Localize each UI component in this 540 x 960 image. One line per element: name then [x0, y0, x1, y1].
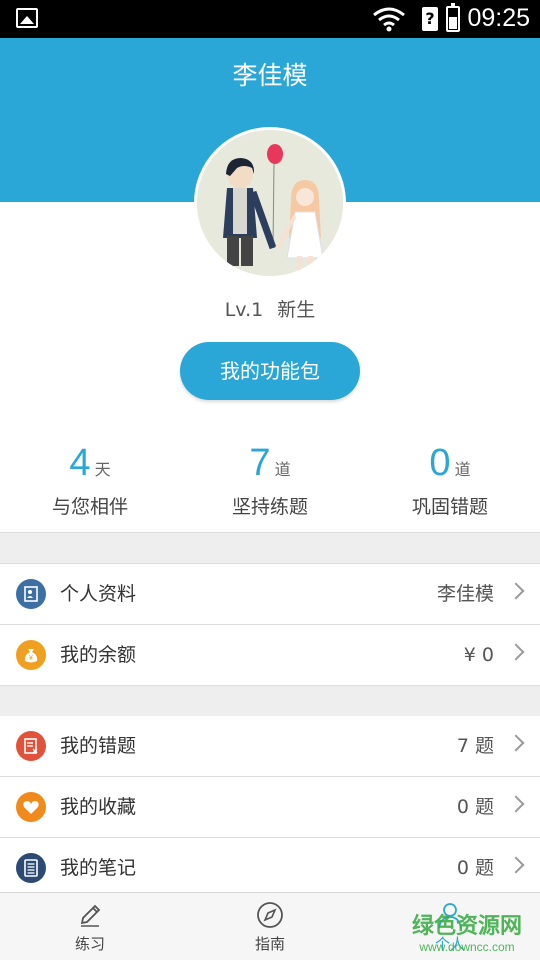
clock: 09:25 [467, 4, 530, 32]
stat-value: 0 [429, 442, 451, 484]
stat-unit: 道 [274, 460, 291, 479]
row-label: 我的余额 [60, 644, 137, 666]
favorites-row[interactable]: 我的收藏 0 题 [0, 777, 540, 837]
stat-companion-days: 4天 与您相伴 [0, 442, 180, 519]
stat-value: 7 [249, 442, 271, 484]
chevron-right-icon [507, 795, 525, 813]
row-value: 李佳模 [436, 583, 494, 605]
stat-reviewed-mistakes: 0道 巩固错题 [360, 442, 540, 519]
balance-row[interactable]: ¥ 我的余额 ¥ 0 [0, 625, 540, 685]
feature-package-button[interactable]: 我的功能包 [180, 342, 360, 400]
chevron-right-icon [507, 856, 525, 874]
couple-illustration-icon [197, 130, 343, 276]
row-label: 我的笔记 [60, 857, 137, 879]
stat-value: 4 [69, 442, 91, 484]
row-value: 0 题 [456, 857, 494, 879]
stat-caption: 坚持练题 [231, 496, 308, 518]
chevron-right-icon [507, 582, 525, 600]
stat-practiced-questions: 7道 坚持练题 [180, 442, 360, 519]
chevron-right-icon [507, 734, 525, 752]
battery-icon [446, 3, 460, 32]
row-label: 个人资料 [60, 583, 137, 605]
status-bar: ? 09:25 [0, 0, 540, 38]
section-gap [0, 685, 540, 717]
stat-caption: 与您相伴 [51, 496, 128, 518]
watermark: 绿色资源网 www.downcc.com [402, 908, 532, 954]
notes-row[interactable]: 我的笔记 0 题 [0, 838, 540, 898]
level-rank: 新生 [277, 299, 316, 321]
wrong-question-icon [16, 731, 46, 761]
row-label: 我的收藏 [60, 796, 137, 818]
watermark-title: 绿色资源网 [411, 914, 522, 939]
tab-label: 指南 [254, 935, 285, 953]
pencil-icon [80, 904, 101, 927]
user-level: Lv.1 新生 [0, 295, 540, 322]
heart-icon [16, 792, 46, 822]
section-gap [0, 532, 540, 564]
level-number: Lv.1 [224, 299, 264, 321]
profile-card-icon [16, 579, 46, 609]
compass-icon [257, 902, 283, 928]
wrong-questions-row[interactable]: 我的错题 7 题 [0, 716, 540, 776]
notebook-icon [16, 853, 46, 883]
stat-unit: 道 [454, 460, 471, 479]
row-label: 我的错题 [60, 735, 137, 757]
row-value: 7 题 [456, 735, 494, 757]
stats-panel: 4天 与您相伴 7道 坚持练题 0道 巩固错题 [0, 442, 540, 532]
wifi-icon [373, 7, 405, 32]
watermark-url: www.downcc.com [419, 940, 515, 954]
avatar[interactable] [194, 127, 346, 279]
tab-label: 练习 [74, 935, 105, 953]
stat-unit: 天 [94, 460, 111, 479]
chevron-right-icon [507, 643, 525, 661]
sim-icon: ? [422, 7, 438, 31]
gallery-icon [16, 8, 38, 28]
page-title: 李佳模 [232, 61, 308, 90]
money-bag-icon: ¥ [16, 640, 46, 670]
tab-guide[interactable]: 指南 [180, 893, 360, 960]
stat-caption: 巩固错题 [411, 496, 488, 518]
profile-info-row[interactable]: 个人资料 李佳模 [0, 564, 540, 624]
row-value: ¥ 0 [463, 644, 494, 666]
tab-practice[interactable]: 练习 [0, 893, 180, 960]
svg-text:¥: ¥ [29, 655, 33, 662]
row-value: 0 题 [456, 796, 494, 818]
